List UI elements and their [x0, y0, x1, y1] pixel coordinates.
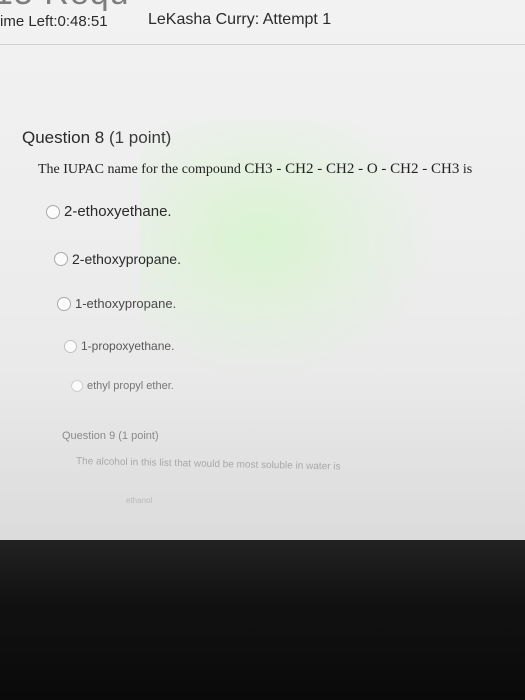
- question-9-label: Question 9: [62, 430, 116, 442]
- time-left: ime Left:0:48:51: [0, 13, 108, 30]
- screen-glare: [140, 120, 440, 380]
- radio-button-icon[interactable]: [57, 296, 71, 311]
- answer-option-label: 2-ethoxypropane.: [72, 251, 181, 267]
- monitor-bezel: [0, 540, 525, 700]
- answer-option-label: ethyl propyl ether.: [87, 380, 174, 392]
- question-8-label: Question 8: [22, 128, 105, 147]
- radio-button-icon[interactable]: [64, 339, 77, 353]
- question-8-text: The IUPAC name for the compound CH3 - CH…: [38, 161, 472, 178]
- question-9-points: (1 point): [118, 430, 159, 442]
- answer-option-2[interactable]: 2-ethoxypropane.: [54, 251, 181, 267]
- answer-option-label: 1-ethoxypropane.: [75, 296, 177, 311]
- question-8-title: Question 8 (1 point): [22, 128, 171, 148]
- question-9-answer-option-1[interactable]: ethanol: [126, 496, 152, 505]
- question-8-formula: CH3 - CH2 - CH2 - O - CH2 - CH3: [244, 161, 460, 177]
- answer-option-4[interactable]: 1-propoxyethane.: [64, 339, 174, 353]
- question-9-text: The alcohol in this list that would be m…: [75, 456, 341, 473]
- answer-option-label: 2-ethoxyethane.: [64, 203, 172, 220]
- radio-button-icon[interactable]: [54, 252, 68, 266]
- question-9-title: Question 9 (1 point): [62, 430, 159, 442]
- question-8-text-prefix: The IUPAC name for the compound: [38, 162, 241, 177]
- header-divider: [0, 44, 525, 45]
- answer-option-5[interactable]: ethyl propyl ether.: [71, 380, 174, 392]
- page-title-cut: 15 Requ: [0, 0, 130, 13]
- question-8-points: (1 point): [108, 128, 172, 147]
- radio-button-icon[interactable]: [71, 380, 83, 392]
- header-row: ime Left:0:48:51 LeKasha Curry: Attempt …: [0, 11, 525, 37]
- screen: 15 Requ ime Left:0:48:51 LeKasha Curry: …: [0, 0, 525, 545]
- question-8-text-suffix: is: [462, 162, 473, 177]
- answer-option-1[interactable]: 2-ethoxyethane.: [46, 203, 172, 220]
- answer-option-label: 1-propoxyethane.: [81, 339, 175, 353]
- student-attempt: LeKasha Curry: Attempt 1: [148, 11, 332, 28]
- radio-button-icon[interactable]: [46, 204, 60, 219]
- answer-option-3[interactable]: 1-ethoxypropane.: [57, 296, 176, 311]
